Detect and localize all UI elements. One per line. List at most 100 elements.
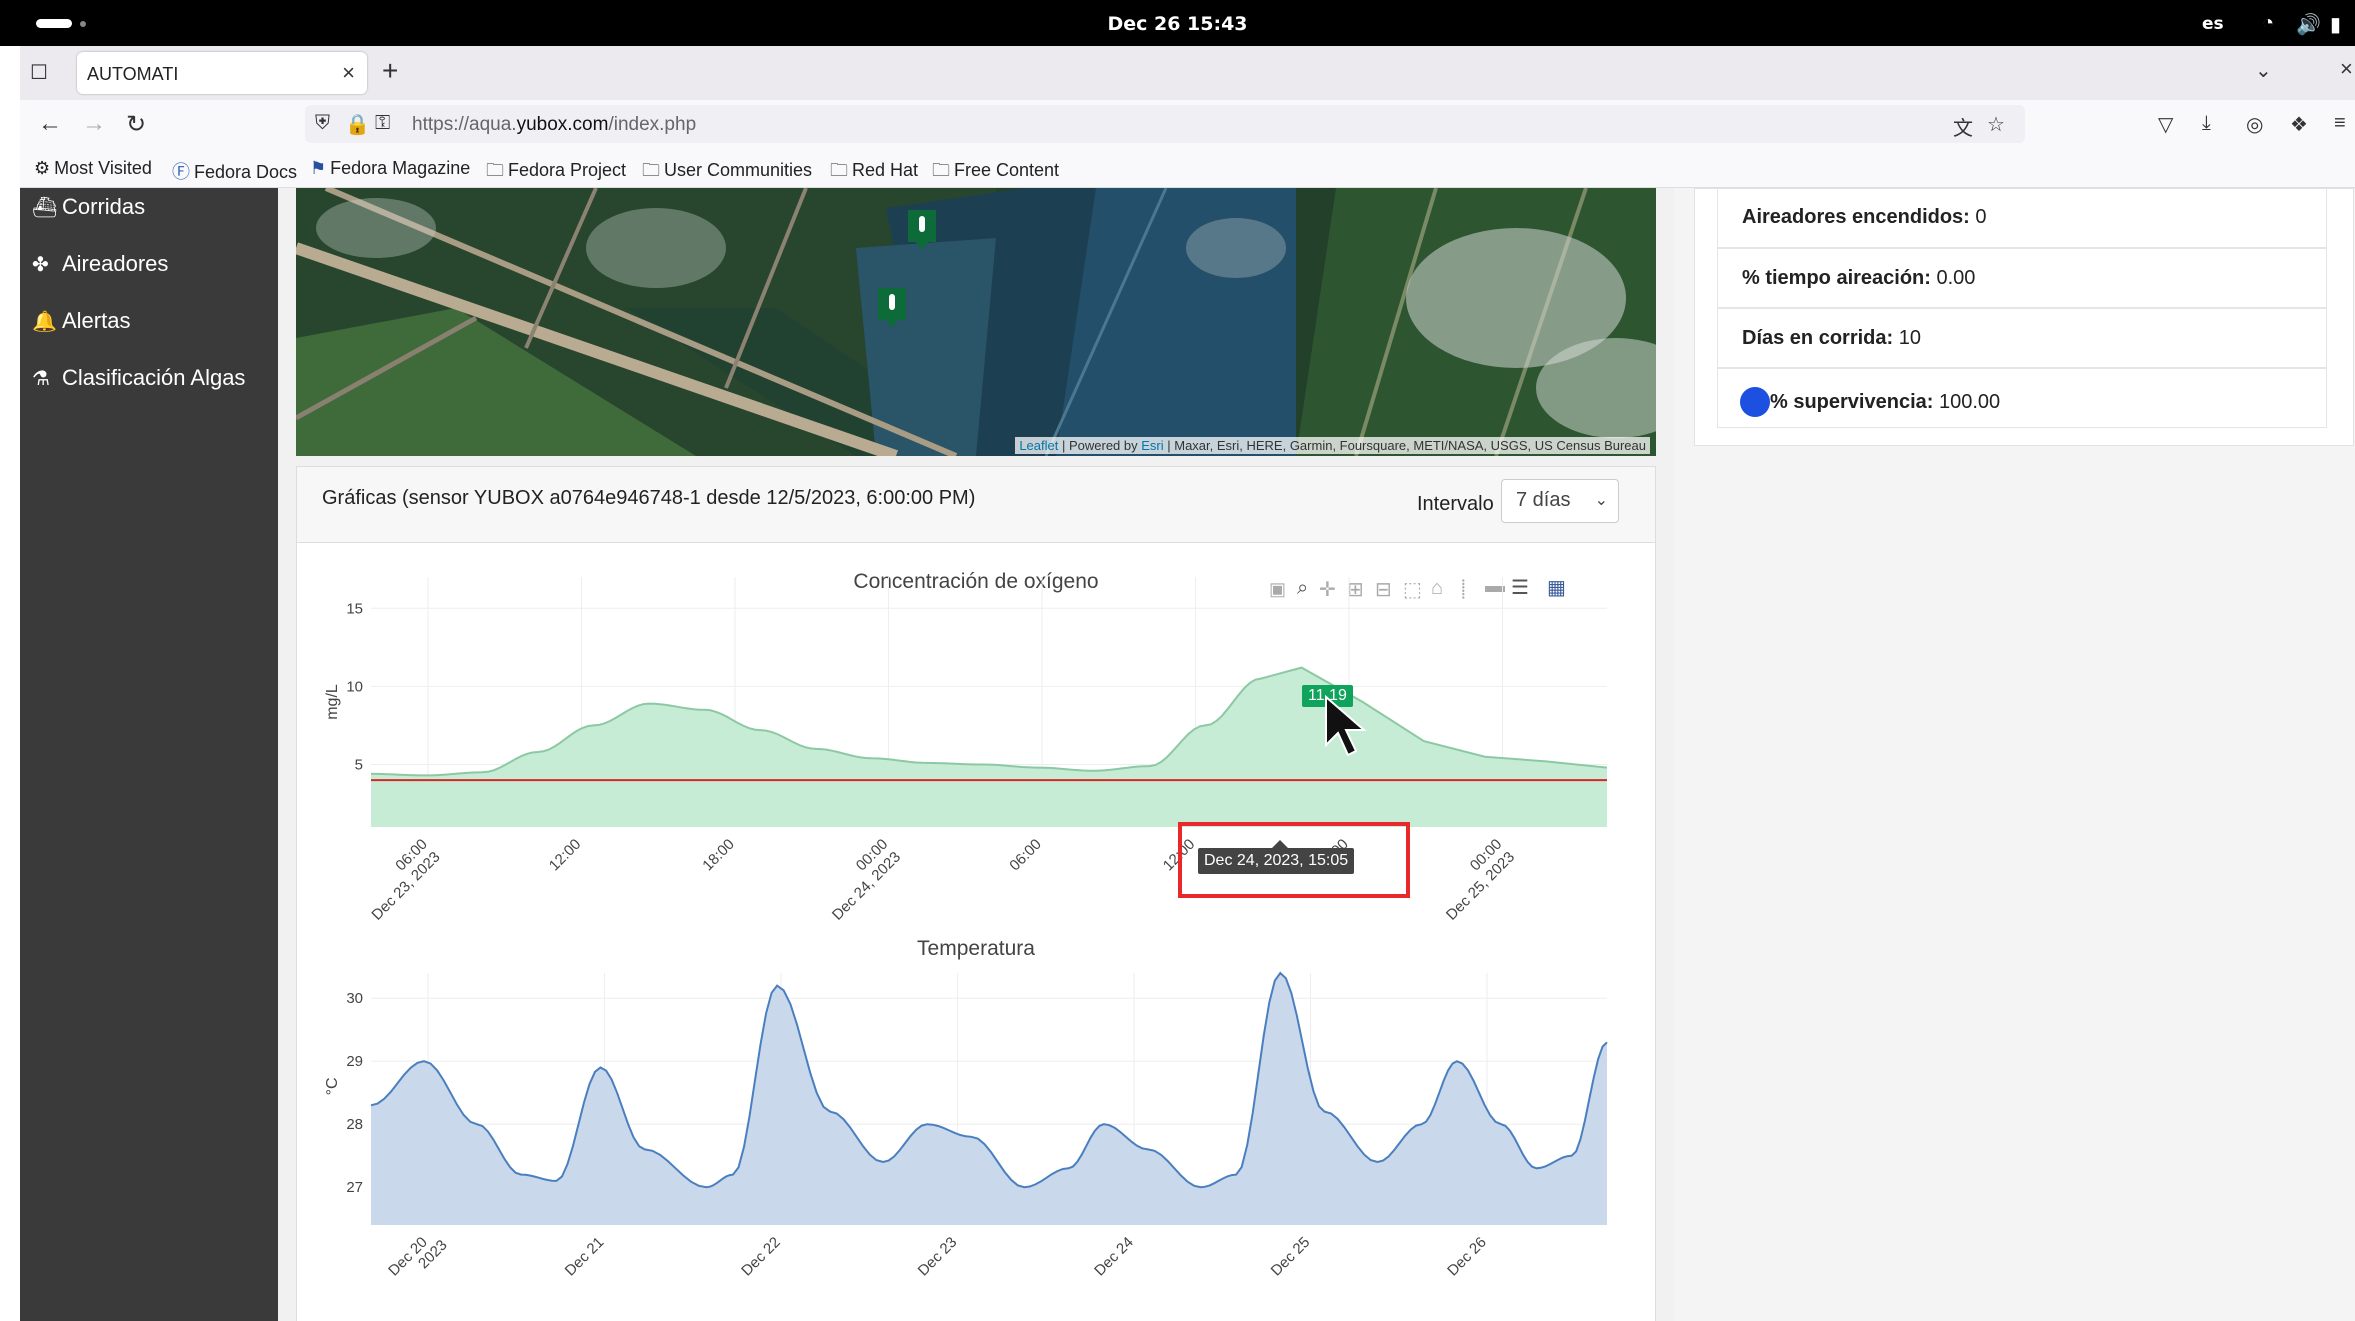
folder-icon: 🗀	[932, 160, 950, 180]
back-icon[interactable]: ←	[38, 110, 62, 138]
x-tick-label: 06:00Dec 23, 2023	[368, 836, 443, 924]
x-tick-label: Dec 23	[915, 1234, 961, 1280]
temperature-chart[interactable]: Dec 202023 Dec 21 Dec 22 Dec 23 Dec 24 Dec 25…	[297, 937, 1655, 1321]
bookmark-red-hat[interactable]: 🗀 Red Hat	[830, 158, 918, 188]
bookmark-fedora-docs[interactable]: Ⓕ Fedora Docs	[172, 158, 297, 184]
x-tick-label: Dec 25	[1268, 1234, 1314, 1280]
tab-automati[interactable]: AUTOMATI ×	[77, 52, 367, 94]
pocket-icon[interactable]: ▽	[2158, 112, 2173, 137]
info-row-supervivencia: % supervivencia: 100.00	[1717, 368, 2327, 428]
info-row-dias-corrida: Días en corrida: 10	[1717, 308, 2327, 368]
info-row-aireadores: Aireadores encendidos: 0	[1717, 188, 2327, 248]
fan-icon: ✤	[32, 254, 49, 276]
x-tick-label: Dec 21	[562, 1234, 608, 1280]
sidebar: ⛴ Corridas ✤ Aireadores 🔔 Alertas ⚗ Clasific…	[20, 188, 278, 1321]
mouse-cursor-icon	[1325, 694, 1367, 757]
y-axis-label: mg/L	[324, 684, 341, 720]
x-tick-text: 06:00	[1006, 836, 1045, 875]
x-tick-label: 18:00	[699, 836, 738, 875]
x-tick-label: 12:00	[546, 836, 585, 875]
x-tick-label: 00:00Dec 24, 2023	[829, 836, 904, 924]
keyboard-language[interactable]: es	[2202, 14, 2224, 34]
battery-icon[interactable]: ▮	[2330, 12, 2341, 37]
menu-icon[interactable]: ≡	[2334, 112, 2346, 135]
boat-icon: ⛴	[32, 197, 58, 219]
bookmark-most-visited[interactable]: ⚙ Most Visited	[34, 158, 152, 179]
info-row-tiempo-aireacion: % tiempo aireación: 0.00	[1717, 248, 2327, 308]
x-tick-text: Dec 25	[1268, 1234, 1314, 1280]
x-tick-label: Dec 22	[738, 1234, 784, 1280]
x-tick-label: 06:00	[1006, 836, 1045, 875]
translate-icon[interactable]: 文	[1953, 112, 1973, 141]
tab-title: AUTOMATI	[87, 64, 179, 84]
y-tick-label: 28	[346, 1116, 363, 1133]
charts-panel-header: Gráficas (sensor YUBOX a0764e946748-1 de…	[297, 467, 1655, 543]
key-icon[interactable]: ⚿	[375, 112, 390, 135]
folder-icon: 🗀	[486, 160, 504, 180]
oxygen-chart[interactable]: 06:00Dec 23, 2023 12:00 18:00 00:00Dec 24, …	[297, 557, 1655, 937]
x-tick-text: 12:00	[546, 836, 585, 875]
sidebar-item-corridas[interactable]: ⛴ Corridas	[32, 194, 145, 230]
lock-icon[interactable]: 🔒	[345, 112, 370, 137]
y-tick-label: 5	[355, 757, 363, 774]
interval-label: Intervalo	[1417, 493, 1494, 515]
browser-nav-bar: ← → ↻ ⛨ 🔒 ⚿ https://aqua.yubox.com/index…	[20, 100, 2355, 150]
x-tick-text: Dec 22	[738, 1234, 784, 1280]
bookmark-fedora-project[interactable]: 🗀 Fedora Project	[486, 158, 626, 188]
volume-icon[interactable]: 🔊	[2296, 12, 2321, 37]
y-tick-label: 30	[346, 990, 363, 1007]
star-icon[interactable]: ☆	[1987, 112, 2005, 137]
sidebar-item-aireadores[interactable]: ✤ Aireadores	[32, 251, 168, 287]
url-bar[interactable]: ⛨ 🔒 ⚿ https://aqua.yubox.com/index.php 文…	[305, 105, 2025, 143]
x-tick-label: 00:00Dec 25, 2023	[1443, 836, 1518, 924]
map-imagery	[296, 188, 1656, 456]
x-tick-label: Dec 202023	[385, 1234, 450, 1280]
bookmark-fedora-magazine[interactable]: ⚑ Fedora Magazine	[310, 158, 470, 179]
leaflet-link[interactable]: Leaflet	[1019, 438, 1058, 453]
reload-icon[interactable]: ↻	[126, 110, 146, 139]
y-axis-label: °C	[324, 1077, 341, 1095]
sidebar-item-alertas[interactable]: 🔔 Alertas	[32, 308, 130, 344]
chevron-down-icon: ⌄	[1594, 492, 1608, 509]
x-tick-label: Dec 24	[1091, 1234, 1137, 1280]
bookmark-user-communities[interactable]: 🗀 User Communities	[642, 158, 812, 188]
account-icon[interactable]: ◎	[2246, 112, 2263, 137]
page-content: ⛴ Corridas ✤ Aireadores 🔔 Alertas ⚗ Clasific…	[20, 188, 2355, 1321]
new-tab-icon[interactable]: +	[382, 55, 398, 87]
url-text[interactable]: https://aqua.yubox.com/index.php	[412, 114, 696, 136]
x-tick-text: 18:00	[699, 836, 738, 875]
shield-icon[interactable]: ⛨	[315, 112, 330, 135]
browser-tab-bar: ☐ AUTOMATI × + ⌄ ×	[20, 46, 2355, 100]
highlight-box	[1178, 822, 1410, 898]
bell-icon: 🔔	[32, 311, 57, 333]
y-tick-label: 29	[346, 1053, 363, 1070]
wifi-icon[interactable]: ◔	[2262, 12, 2274, 35]
tab-list-icon[interactable]: ☐	[30, 60, 52, 84]
esri-link[interactable]: Esri	[1141, 438, 1163, 453]
x-tick-text: Dec 24	[1091, 1234, 1137, 1280]
system-clock[interactable]: Dec 26 15:43	[0, 13, 2355, 35]
info-card: Aireadores encendidos: 0 % tiempo aireac…	[1694, 188, 2354, 446]
x-tick-text: Dec 21	[562, 1234, 608, 1280]
sidebar-item-clasificacion-algas[interactable]: ⚗ Clasificación Algas	[32, 365, 245, 401]
y-tick-label: 27	[346, 1179, 363, 1196]
y-tick-label: 10	[346, 678, 363, 695]
interval-select[interactable]: 7 días ⌄	[1501, 479, 1619, 523]
chevron-down-icon[interactable]: ⌄	[2255, 58, 2272, 83]
sensor-marker-icon[interactable]	[874, 284, 914, 336]
bookmarks-bar: ⚙ Most Visited Ⓕ Fedora Docs ⚑ Fedora Magaz…	[20, 150, 2355, 188]
gear-icon: ⚙	[34, 158, 51, 178]
extensions-icon[interactable]: ❖	[2290, 112, 2308, 137]
flask-icon: ⚗	[32, 368, 50, 390]
x-tick-text: Dec 26	[1444, 1234, 1490, 1280]
satellite-map[interactable]: Leaflet | Powered by Esri | Maxar, Esri,…	[296, 188, 1656, 456]
close-tab-icon[interactable]: ×	[342, 60, 355, 86]
oxygen-area	[371, 667, 1607, 827]
window-close-icon[interactable]: ×	[2340, 56, 2353, 82]
sensor-marker-icon[interactable]	[904, 206, 944, 258]
temperature-area	[371, 973, 1607, 1225]
bookmark-free-content[interactable]: 🗀 Free Content	[932, 158, 1059, 188]
interval-value: 7 días	[1516, 489, 1571, 511]
forward-icon[interactable]: →	[82, 110, 106, 138]
download-icon[interactable]: ⤓	[2202, 112, 2211, 135]
